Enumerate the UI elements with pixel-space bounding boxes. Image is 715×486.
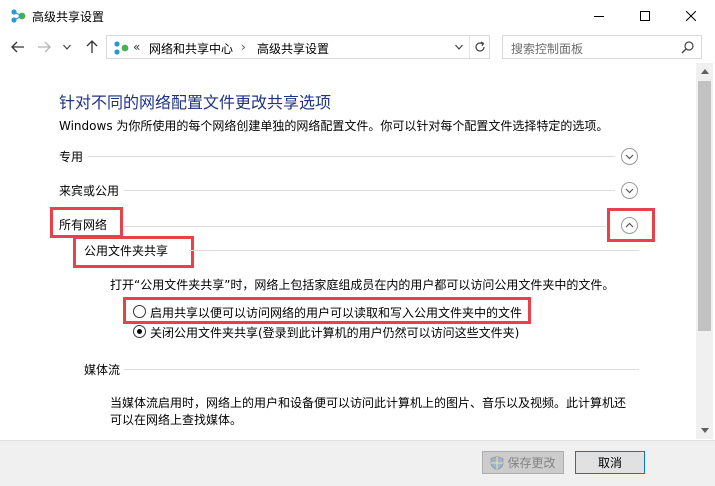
enable-sharing-radio[interactable] (133, 305, 146, 318)
media-description-line1: 当媒体流启用时，网络上的用户和设备便可以访问此计算机上的图片、音乐以及视频。此计… (110, 396, 627, 410)
disable-sharing-label[interactable]: 关闭公用文件夹共享(登录到此计算机的用户仍然可以访问这些文件夹) (150, 324, 519, 341)
forward-button[interactable] (34, 38, 54, 56)
cancel-button[interactable]: 取消 (575, 451, 645, 474)
recent-locations-button[interactable] (60, 38, 74, 56)
minimize-button[interactable] (576, 0, 622, 31)
title-bar: 高级共享设置 (0, 0, 715, 31)
chevron-down-icon (63, 44, 71, 50)
up-arrow-icon (86, 40, 98, 53)
divider (88, 156, 615, 157)
maximize-icon (640, 10, 650, 21)
forward-arrow-icon (38, 41, 51, 53)
enable-sharing-label[interactable]: 启用共享以便可以访问网络的用户可以读取和写入公用文件夹中的文件 (150, 304, 522, 321)
collapse-all-networks-button[interactable] (621, 217, 638, 234)
back-button[interactable] (8, 38, 28, 56)
expand-private-button[interactable] (621, 148, 638, 165)
chevron-down-icon (625, 154, 634, 160)
chevron-down-icon (455, 44, 463, 50)
close-icon (686, 10, 696, 21)
shield-icon (491, 455, 504, 470)
search-icon[interactable] (681, 40, 695, 54)
window-title: 高级共享设置 (32, 10, 105, 24)
chevron-up-icon (625, 222, 634, 228)
vertical-scrollbar[interactable] (696, 63, 713, 439)
up-button[interactable] (82, 38, 102, 56)
divider (190, 250, 639, 251)
cancel-label: 取消 (597, 456, 622, 470)
maximize-button[interactable] (622, 0, 668, 31)
search-box[interactable]: 搜索控制面板 (502, 35, 702, 59)
minimize-icon (594, 15, 604, 17)
scroll-up-button[interactable] (696, 63, 713, 80)
page-heading: 针对不同的网络配置文件更改共享选项 (59, 93, 332, 112)
media-streaming-title: 媒体流 (84, 363, 121, 377)
divider (124, 190, 615, 191)
address-dropdown-button[interactable] (449, 36, 469, 58)
scroll-down-button[interactable] (696, 422, 713, 439)
close-button[interactable] (668, 0, 714, 31)
breadcrumb-separator: › (241, 40, 246, 54)
profile-all-networks-label[interactable]: 所有网络 (59, 216, 107, 233)
public-folder-sharing-title: 公用文件夹共享 (84, 244, 169, 258)
chevron-down-icon (625, 188, 634, 194)
disable-sharing-radio[interactable] (133, 325, 146, 338)
network-icon (114, 41, 129, 55)
profile-private-label[interactable]: 专用 (59, 148, 83, 165)
media-description-line2: 可以在网络上查找媒体。 (110, 413, 243, 427)
back-arrow-icon (11, 41, 24, 53)
profile-guest-public-label[interactable]: 来宾或公用 (59, 182, 119, 199)
address-bar[interactable]: « 网络和共享中心 › 高级共享设置 (106, 35, 490, 59)
scroll-up-icon (700, 69, 709, 74)
refresh-button[interactable] (469, 36, 490, 58)
search-input[interactable]: 搜索控制面板 (511, 40, 583, 57)
scrollbar-thumb[interactable] (698, 81, 711, 331)
save-changes-label: 保存更改 (507, 456, 556, 470)
radio-selected-dot (137, 329, 142, 334)
breadcrumb-overflow[interactable]: « (133, 40, 140, 54)
expand-guest-public-button[interactable] (621, 182, 638, 199)
page-description: Windows 为你所使用的每个网络创建单独的网络配置文件。你可以针对每个配置文… (59, 119, 609, 133)
divider (124, 226, 606, 227)
save-changes-button[interactable]: 保存更改 (482, 451, 564, 474)
breadcrumb-network-center[interactable]: 网络和共享中心 (149, 40, 233, 57)
scroll-down-icon (700, 428, 709, 433)
divider (124, 369, 639, 370)
public-folder-description: 打开“公用文件夹共享”时，网络上包括家庭组成员在内的用户都可以访问公用文件夹中的… (110, 278, 615, 292)
breadcrumb-advanced-sharing[interactable]: 高级共享设置 (257, 40, 329, 57)
refresh-icon (475, 41, 485, 52)
network-icon (11, 9, 26, 23)
